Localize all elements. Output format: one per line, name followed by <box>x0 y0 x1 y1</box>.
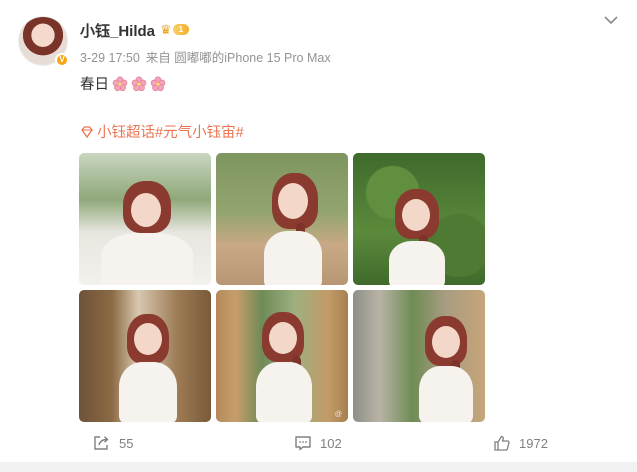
post-text: 春日 <box>80 73 166 94</box>
vip-badge[interactable]: ♛ 1 <box>160 22 198 37</box>
photo-1[interactable] <box>79 153 211 285</box>
weibo-post-card: V 小钰_Hilda ♛ 1 3-29 17:50 来自 圆嘟嘟的iPhone 1… <box>0 0 637 472</box>
cherry-blossom-icon <box>131 75 147 91</box>
username[interactable]: 小钰_Hilda <box>80 20 155 41</box>
chevron-down-icon[interactable] <box>600 12 622 28</box>
comment-button[interactable]: 102 <box>294 432 342 454</box>
post-source: 来自 圆嘟嘟的iPhone 15 Pro Max <box>145 51 331 65</box>
cherry-blossom-icon <box>150 75 166 91</box>
post-text-content: 春日 <box>80 77 109 93</box>
comment-count: 102 <box>320 435 342 451</box>
card-divider <box>0 462 637 472</box>
post-meta: 3-29 17:50 来自 圆嘟嘟的iPhone 15 Pro Max <box>80 47 337 66</box>
verified-badge-icon: V <box>55 53 69 67</box>
comment-icon <box>295 436 311 451</box>
photo-watermark: @ <box>334 411 342 418</box>
photo-2[interactable] <box>216 153 348 285</box>
photo-4[interactable] <box>79 290 211 422</box>
topic-link[interactable]: 小钰超话#元气小钰宙# <box>80 121 244 142</box>
photo-grid: @ <box>79 153 485 422</box>
repost-count: 55 <box>119 435 134 451</box>
photo-6[interactable] <box>353 290 485 422</box>
cherry-blossom-icon <box>112 75 128 91</box>
like-button[interactable]: 1972 <box>493 432 548 454</box>
like-count: 1972 <box>519 435 548 451</box>
share-icon <box>94 436 109 450</box>
super-topic-icon <box>81 125 93 138</box>
topic-text: 小钰超话#元气小钰宙# <box>97 125 244 141</box>
repost-button[interactable]: 55 <box>93 432 133 454</box>
thumbs-up-icon <box>494 435 510 451</box>
post-timestamp[interactable]: 3-29 17:50 <box>80 51 140 65</box>
crown-icon: ♛ <box>160 22 172 37</box>
avatar[interactable]: V <box>18 16 69 67</box>
action-bar: 55 102 1972 <box>0 428 637 458</box>
photo-5[interactable]: @ <box>216 290 348 422</box>
vip-level: 1 <box>172 24 190 35</box>
photo-3[interactable] <box>353 153 485 285</box>
